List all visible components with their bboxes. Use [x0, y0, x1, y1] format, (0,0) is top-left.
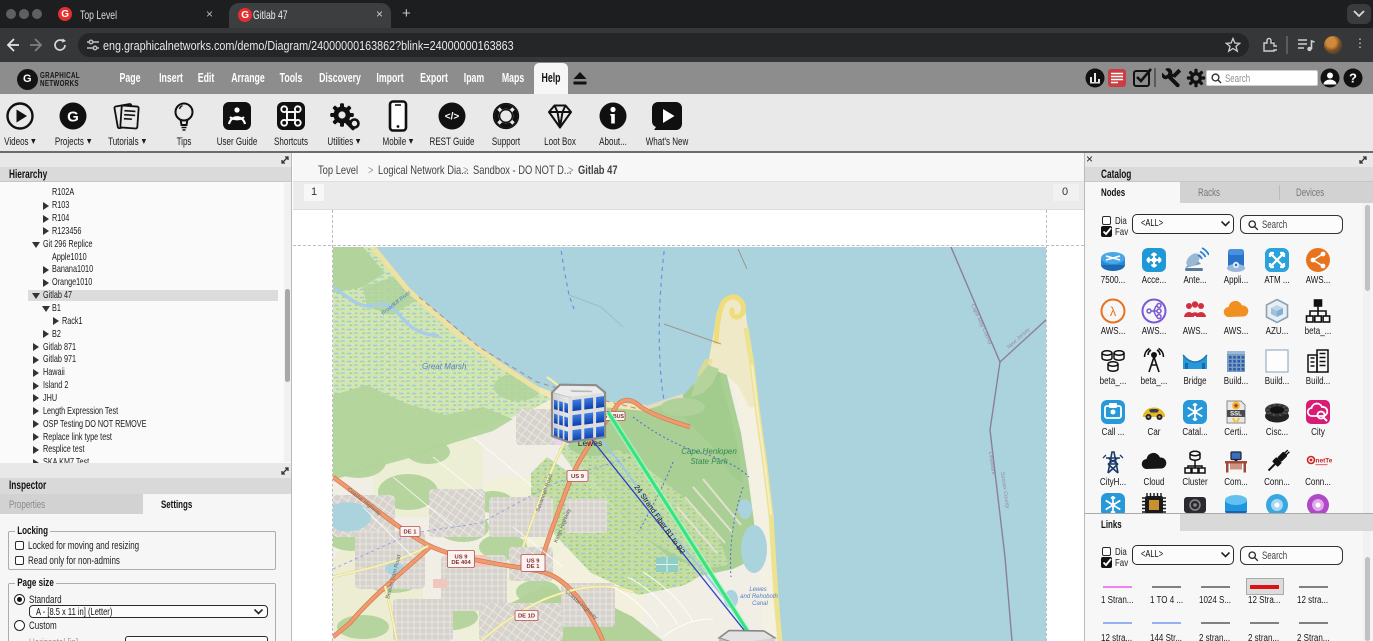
svg-text:Canal: Canal: [752, 601, 768, 607]
svg-text:netTerrain: netTerrain: [1316, 458, 1333, 465]
svg-text:State Park: State Park: [690, 457, 728, 466]
svg-text:Lewes: Lewes: [749, 587, 766, 593]
svg-text:US 9: US 9: [571, 474, 585, 480]
svg-text:DE 1: DE 1: [527, 564, 541, 570]
svg-text:λ: λ: [1110, 304, 1117, 319]
svg-text:</>: </>: [445, 112, 460, 123]
svg-text:DE 1: DE 1: [404, 530, 418, 536]
svg-text:DE 1D: DE 1D: [518, 614, 535, 620]
svg-text:and Rehoboth: and Rehoboth: [740, 594, 778, 600]
svg-text:DE 404: DE 404: [451, 560, 471, 566]
svg-text:Great Marsh: Great Marsh: [422, 362, 467, 371]
svg-text:SSL: SSL: [1230, 412, 1242, 418]
svg-text:G: G: [67, 109, 79, 126]
svg-text:?: ?: [1349, 71, 1357, 86]
svg-text:Cape Henlopen: Cape Henlopen: [681, 447, 737, 456]
